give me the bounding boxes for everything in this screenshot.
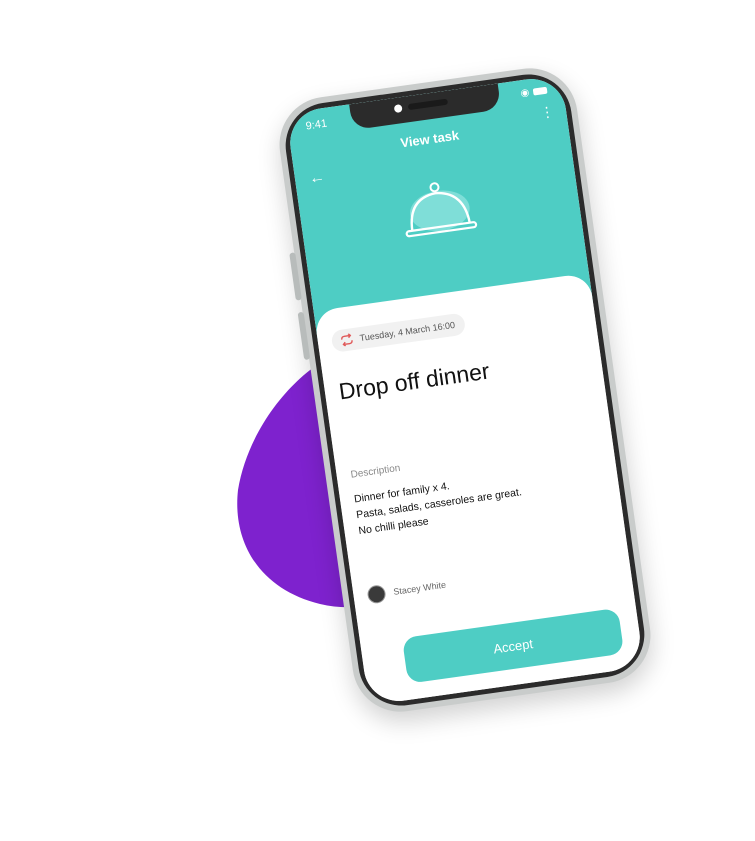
task-date: Tuesday, 4 March 16:00 (359, 319, 456, 344)
back-arrow-icon[interactable]: ← (308, 168, 326, 188)
status-icons: ◉ (519, 85, 548, 100)
avatar (366, 584, 387, 605)
date-chip: Tuesday, 4 March 16:00 (330, 312, 467, 353)
task-description: Dinner for family x 4. Pasta, salads, ca… (353, 468, 525, 539)
poster-info: Stacey White (366, 576, 447, 605)
poster-name: Stacey White (392, 579, 447, 597)
cloche-icon (405, 182, 478, 238)
repeat-icon (341, 333, 353, 347)
accept-button[interactable]: Accept (401, 607, 625, 684)
description-label: Description (349, 462, 402, 481)
battery-icon (532, 86, 548, 96)
speaker (407, 98, 449, 111)
wifi-icon: ◉ (519, 87, 531, 100)
task-title: Drop off dinner (337, 357, 492, 405)
task-card: Tuesday, 4 March 16:00 Drop off dinner D… (313, 272, 645, 706)
status-time: 9:41 (304, 117, 328, 133)
camera-icon (393, 104, 403, 114)
page-title: View task (399, 127, 460, 151)
